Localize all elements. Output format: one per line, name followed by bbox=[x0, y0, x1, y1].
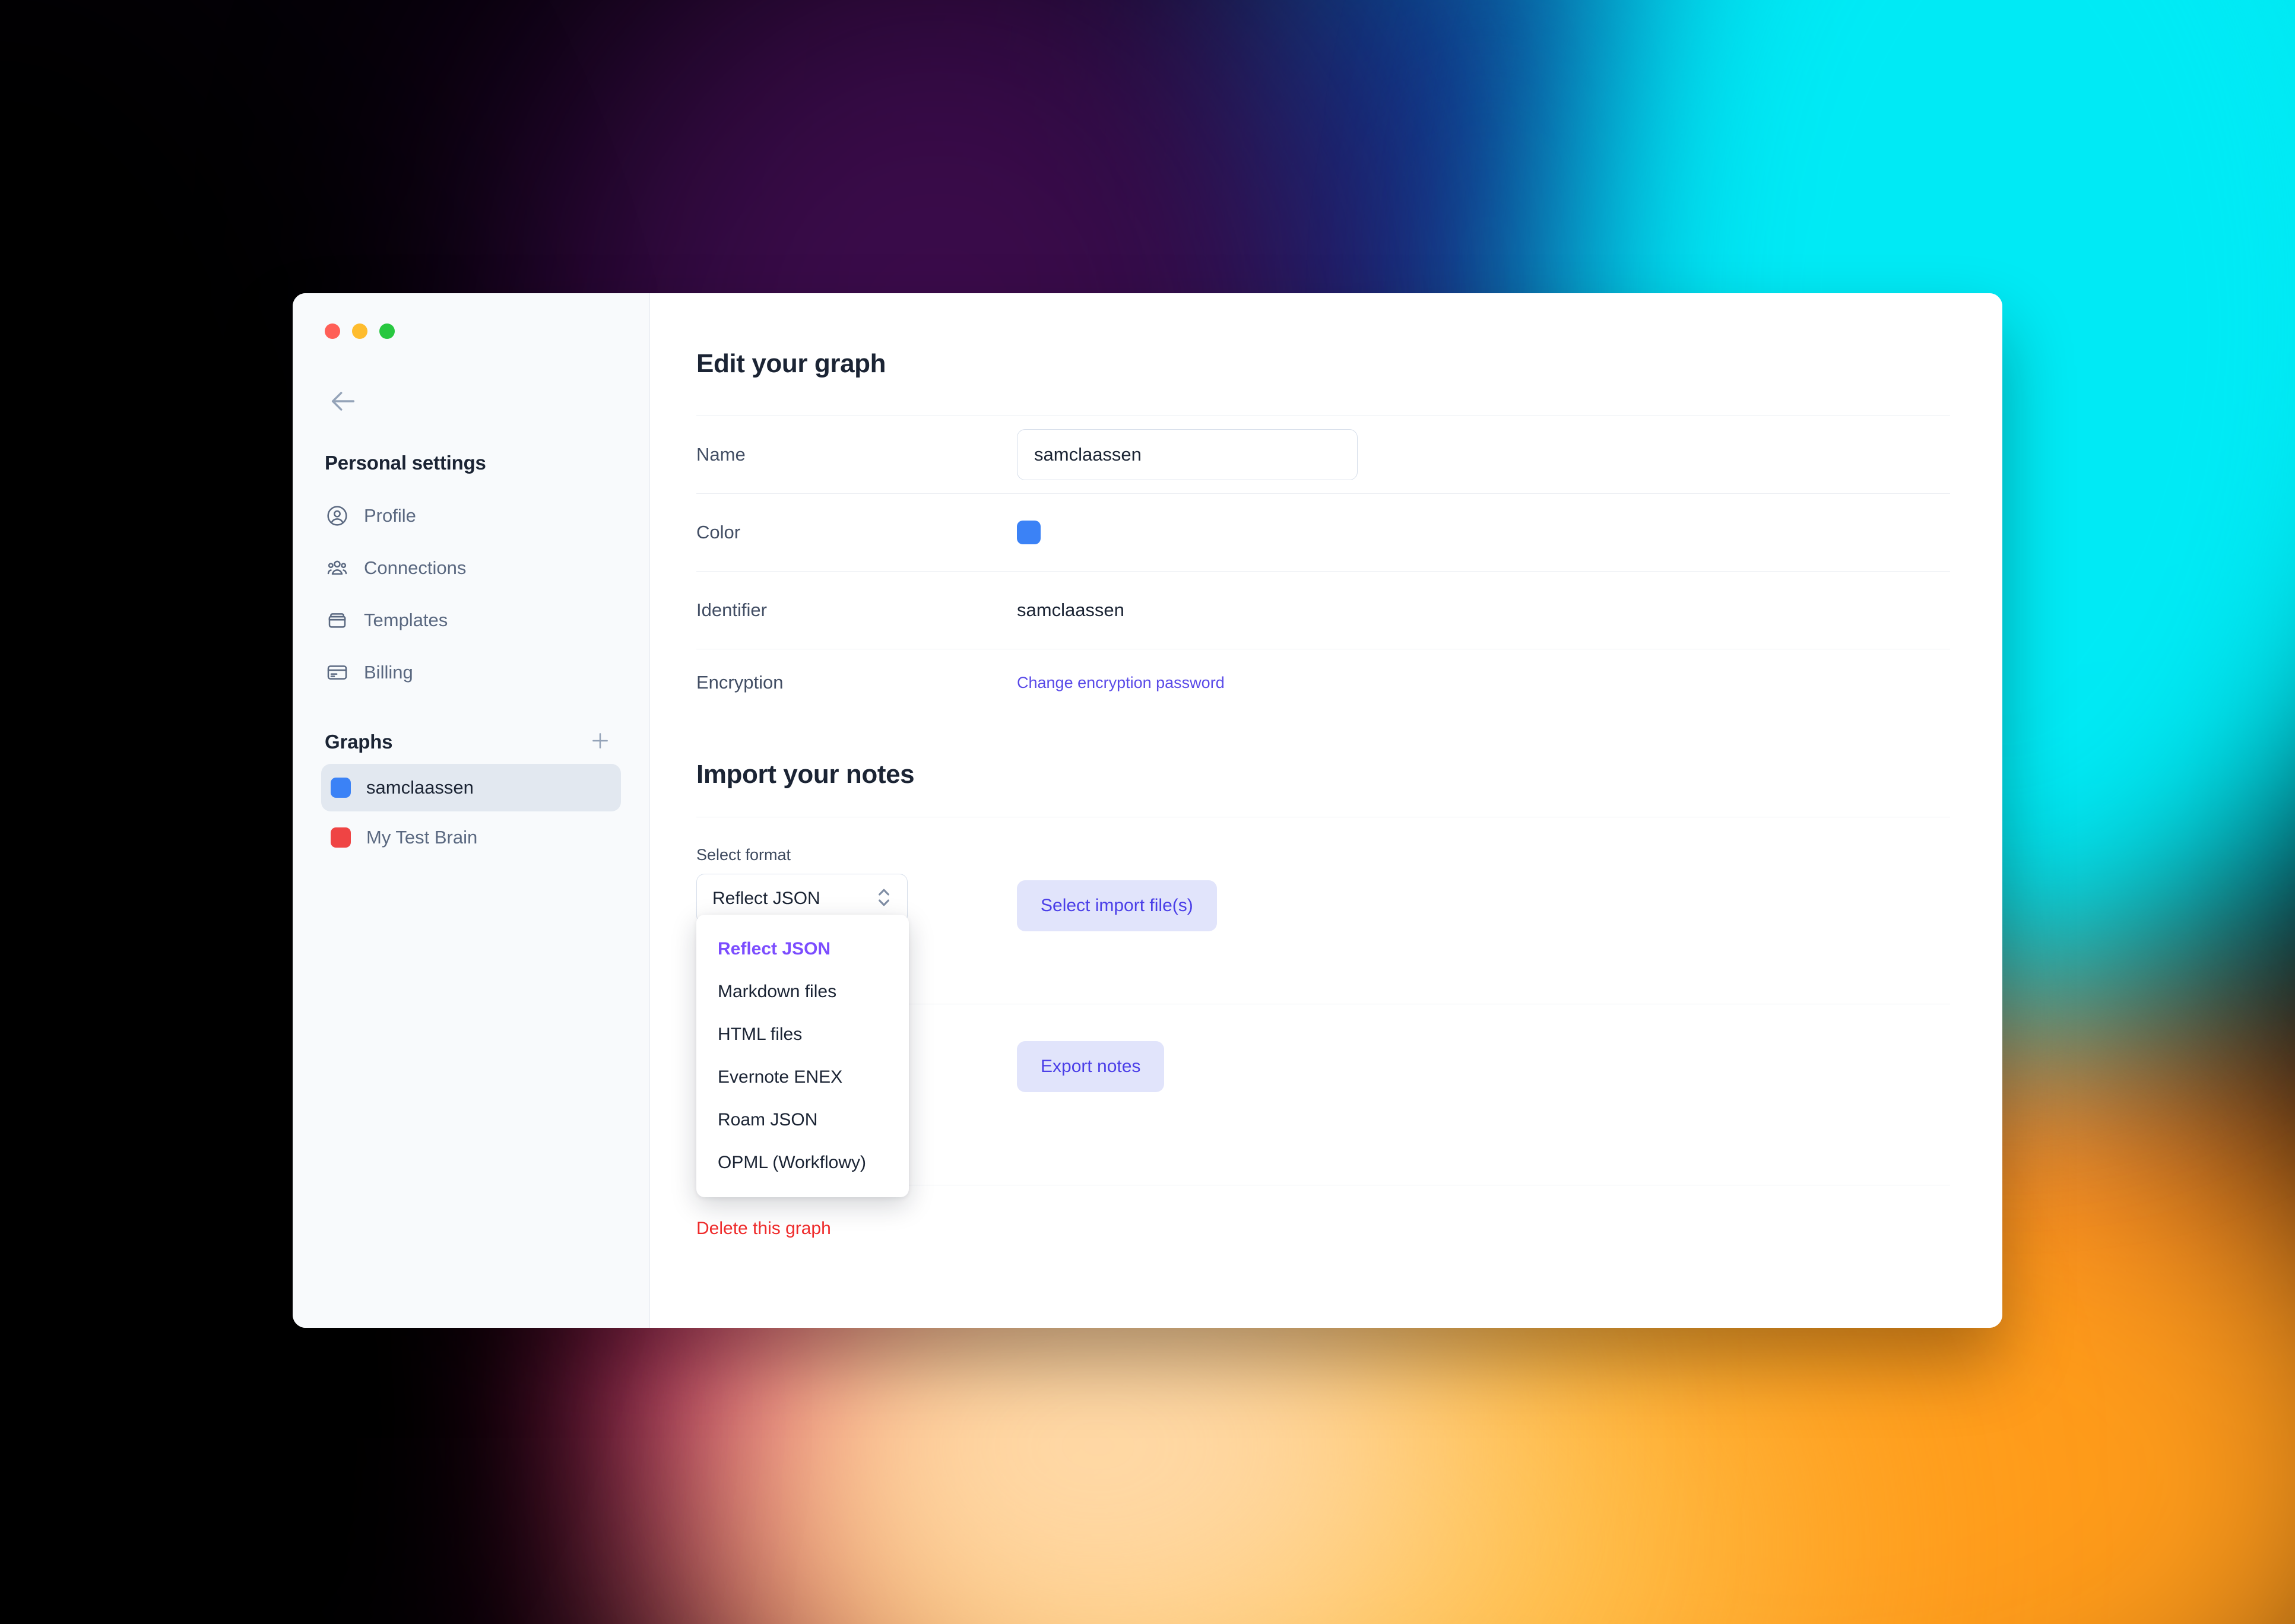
identifier-label: Identifier bbox=[696, 600, 767, 620]
format-dropdown-menu[interactable]: Reflect JSON Markdown files HTML files E… bbox=[696, 915, 909, 1197]
change-encryption-password-link[interactable]: Change encryption password bbox=[1017, 674, 1225, 692]
minimize-window-button[interactable] bbox=[352, 323, 367, 339]
window-traffic-lights bbox=[321, 293, 621, 339]
user-circle-icon bbox=[325, 503, 350, 528]
graph-color-swatch bbox=[331, 827, 351, 848]
color-swatch-button[interactable] bbox=[1017, 521, 1041, 544]
danger-actions: Delete this graph bbox=[696, 1219, 1950, 1239]
name-label: Name bbox=[696, 444, 746, 465]
graph-label: My Test Brain bbox=[366, 827, 478, 848]
encryption-label: Encryption bbox=[696, 672, 784, 693]
dropdown-option-opml-workflowy[interactable]: OPML (Workflowy) bbox=[696, 1141, 909, 1184]
app-window: Personal settings Profile Connections Te… bbox=[293, 293, 2002, 1328]
form-row-identifier: Identifier samclaassen bbox=[696, 572, 1950, 649]
sidebar-graph-my-test-brain[interactable]: My Test Brain bbox=[321, 814, 621, 861]
sidebar-item-profile[interactable]: Profile bbox=[321, 490, 621, 542]
sidebar-item-label: Connections bbox=[364, 557, 467, 578]
add-graph-button[interactable] bbox=[587, 728, 614, 756]
form-row-color: Color bbox=[696, 494, 1950, 571]
select-format-label: Select format bbox=[696, 846, 791, 864]
form-row-encryption: Encryption Change encryption password bbox=[696, 649, 1950, 716]
form-row-name: Name bbox=[696, 416, 1950, 493]
credit-card-icon bbox=[325, 660, 350, 685]
sidebar: Personal settings Profile Connections Te… bbox=[293, 293, 650, 1328]
identifier-value: samclaassen bbox=[1017, 600, 1124, 620]
users-group-icon bbox=[325, 556, 350, 581]
close-window-button[interactable] bbox=[325, 323, 340, 339]
chevron-up-down-icon bbox=[875, 886, 893, 912]
graph-name-input[interactable] bbox=[1017, 429, 1358, 480]
dropdown-option-markdown-files[interactable]: Markdown files bbox=[696, 970, 909, 1013]
format-select-value: Reflect JSON bbox=[712, 889, 820, 908]
plus-icon bbox=[588, 729, 612, 756]
sidebar-item-label: Billing bbox=[364, 662, 413, 683]
main-content: Edit your graph Name Color Identifier sa… bbox=[650, 293, 2002, 1328]
sidebar-item-label: Templates bbox=[364, 610, 448, 630]
select-import-files-button[interactable]: Select import file(s) bbox=[1017, 880, 1217, 931]
import-section-title: Import your notes bbox=[696, 760, 915, 789]
export-notes-button[interactable]: Export notes bbox=[1017, 1041, 1165, 1092]
arrow-left-icon bbox=[328, 386, 359, 420]
graph-label: samclaassen bbox=[366, 777, 474, 798]
page-title: Edit your graph bbox=[696, 349, 886, 378]
dropdown-option-evernote-enex[interactable]: Evernote ENEX bbox=[696, 1056, 909, 1099]
delete-this-graph-link[interactable]: Delete this graph bbox=[696, 1219, 831, 1238]
maximize-window-button[interactable] bbox=[379, 323, 395, 339]
sidebar-item-templates[interactable]: Templates bbox=[321, 594, 621, 646]
format-select-group: Select format Reflect JSON Reflect JSON … bbox=[696, 846, 1017, 1197]
import-controls-row: Select format Reflect JSON Reflect JSON … bbox=[696, 846, 1950, 1197]
archive-box-icon bbox=[325, 608, 350, 633]
sidebar-heading: Personal settings bbox=[325, 452, 486, 474]
graphs-section-header: Graphs bbox=[325, 728, 614, 756]
sidebar-nav: Profile Connections Templates Billing bbox=[321, 490, 621, 699]
sidebar-item-label: Profile bbox=[364, 505, 416, 526]
graphs-section-title: Graphs bbox=[325, 731, 393, 753]
dropdown-option-html-files[interactable]: HTML files bbox=[696, 1013, 909, 1056]
dropdown-option-roam-json[interactable]: Roam JSON bbox=[696, 1099, 909, 1141]
dropdown-option-reflect-json[interactable]: Reflect JSON bbox=[696, 928, 909, 970]
back-button[interactable] bbox=[322, 382, 364, 423]
sidebar-item-billing[interactable]: Billing bbox=[321, 646, 621, 699]
graph-color-swatch bbox=[331, 778, 351, 798]
sidebar-item-connections[interactable]: Connections bbox=[321, 542, 621, 594]
sidebar-graph-samclaassen[interactable]: samclaassen bbox=[321, 764, 621, 811]
color-label: Color bbox=[696, 522, 741, 543]
